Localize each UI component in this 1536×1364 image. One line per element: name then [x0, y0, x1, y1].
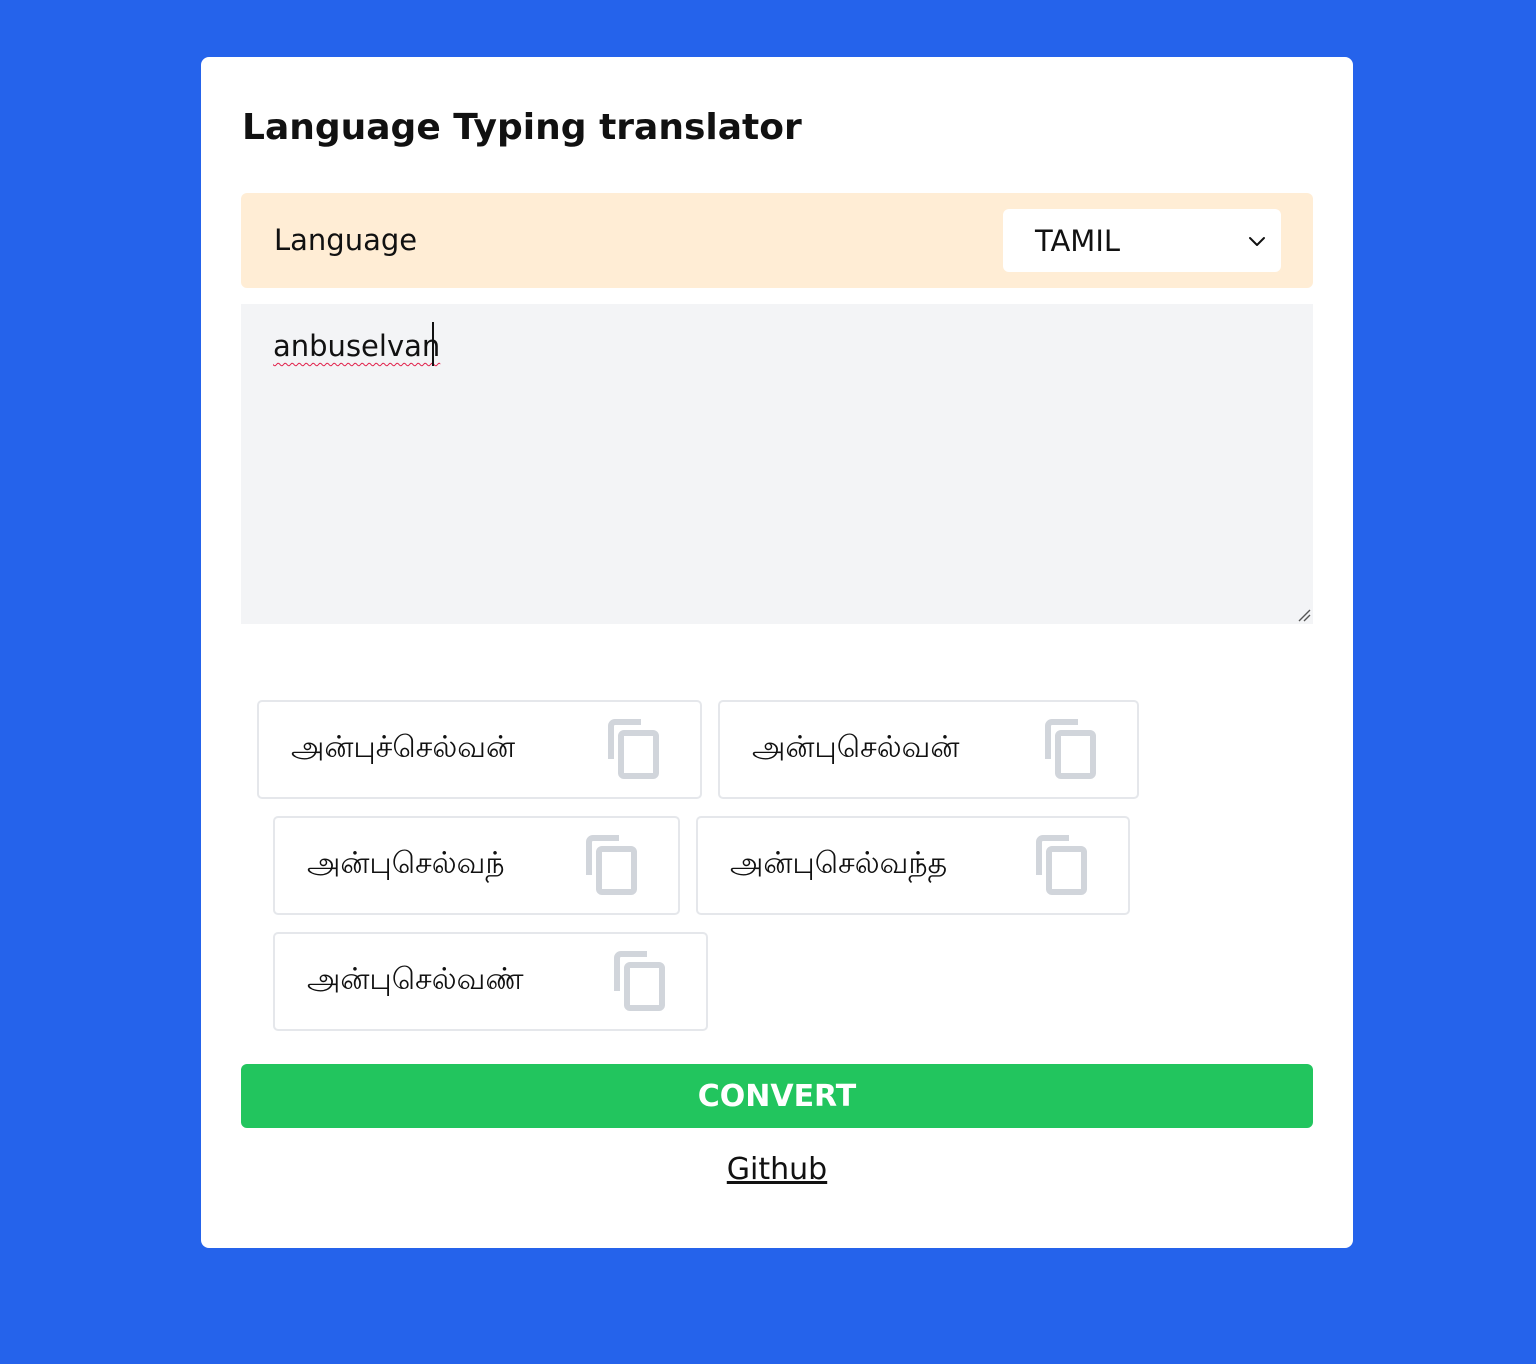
- page-title: Language Typing translator: [242, 107, 802, 148]
- suggestion-card[interactable]: அன்புசெல்வந்: [273, 816, 680, 915]
- copy-icon[interactable]: [585, 834, 639, 896]
- github-link[interactable]: Github: [727, 1152, 827, 1187]
- text-caret: [432, 322, 434, 366]
- suggestion-text: அன்புசெல்வந்த: [730, 846, 948, 881]
- suggestion-card[interactable]: அன்புசெல்வண்: [273, 932, 708, 1031]
- convert-button[interactable]: CONVERT: [241, 1064, 1313, 1128]
- copy-icon[interactable]: [613, 950, 667, 1012]
- language-label: Language: [274, 223, 418, 257]
- suggestion-text: அன்புச்செல்வன்: [291, 730, 516, 765]
- input-text: anbuselvan: [273, 329, 441, 363]
- language-row: Language TAMIL: [241, 193, 1313, 288]
- suggestion-text: அன்புசெல்வன்: [752, 730, 960, 765]
- github-link-container: Github: [201, 1148, 1353, 1192]
- suggestion-text: அன்புசெல்வந்: [307, 846, 505, 881]
- suggestion-card[interactable]: அன்புசெல்வந்த: [696, 816, 1130, 915]
- input-textarea[interactable]: anbuselvan: [241, 304, 1313, 624]
- copy-icon[interactable]: [1044, 718, 1098, 780]
- suggestion-card[interactable]: அன்புசெல்வன்: [718, 700, 1139, 799]
- chevron-down-icon: [1249, 237, 1265, 246]
- suggestion-text: அன்புசெல்வண்: [307, 962, 524, 997]
- suggestion-card[interactable]: அன்புச்செல்வன்: [257, 700, 702, 799]
- translator-card: Language Typing translator Language TAMI…: [201, 57, 1353, 1248]
- copy-icon[interactable]: [607, 718, 661, 780]
- copy-icon[interactable]: [1035, 834, 1089, 896]
- language-select[interactable]: TAMIL: [1003, 209, 1281, 272]
- resize-handle-icon[interactable]: [1295, 606, 1311, 622]
- language-select-value: TAMIL: [1035, 224, 1121, 258]
